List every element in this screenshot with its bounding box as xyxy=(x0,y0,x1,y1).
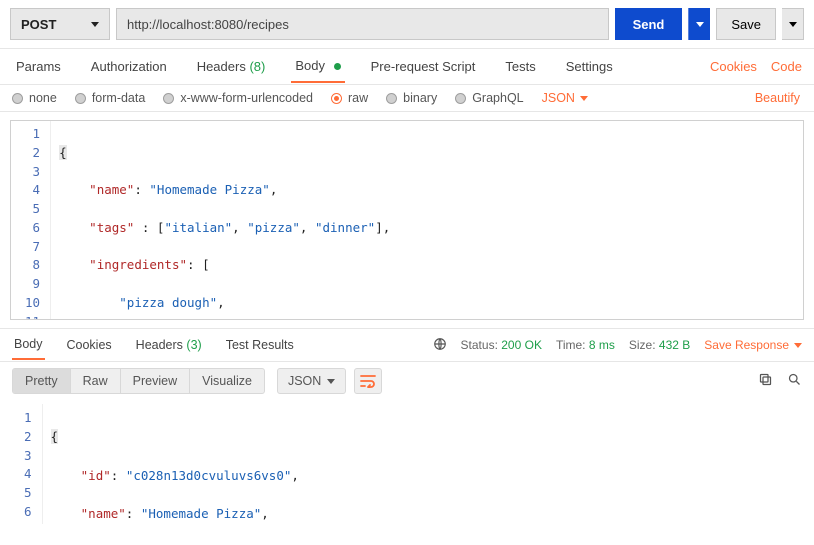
radio-xwww-label: x-www-form-urlencoded xyxy=(180,91,313,105)
radio-raw[interactable]: raw xyxy=(331,91,368,105)
radio-icon xyxy=(386,93,397,104)
body-format-select[interactable]: JSON xyxy=(542,91,588,105)
code-link[interactable]: Code xyxy=(771,59,802,74)
globe-icon[interactable] xyxy=(433,337,447,354)
send-button[interactable]: Send xyxy=(615,8,683,40)
request-bar: POST Send Save xyxy=(0,0,814,49)
resp-headers-count: (3) xyxy=(186,338,201,352)
search-icon[interactable] xyxy=(787,372,802,390)
tabs-right-links: Cookies Code xyxy=(710,59,802,74)
line-gutter: 1234567 xyxy=(10,404,43,524)
radio-formdata-label: form-data xyxy=(92,91,146,105)
tab-prerequest[interactable]: Pre-request Script xyxy=(367,51,480,82)
copy-icon[interactable] xyxy=(758,372,773,390)
code-key: "name" xyxy=(89,182,134,197)
code-key: "ingredients" xyxy=(89,257,187,272)
request-tabs: Params Authorization Headers (8) Body Pr… xyxy=(0,49,814,85)
chevron-down-icon xyxy=(580,96,588,101)
radio-icon xyxy=(163,93,174,104)
code-line: { xyxy=(51,429,59,444)
radio-icon xyxy=(12,93,23,104)
request-body-editor[interactable]: 123456789101112 { "name": "Homemade Pizz… xyxy=(10,120,804,320)
code-body[interactable]: { "name": "Homemade Pizza", "tags" : ["i… xyxy=(51,121,803,319)
tab-authorization[interactable]: Authorization xyxy=(87,51,171,82)
radio-icon xyxy=(75,93,86,104)
save-response-button[interactable]: Save Response xyxy=(704,338,802,352)
save-dropdown[interactable] xyxy=(782,8,804,40)
code-str: "c028n13d0cvuluvs6vs0" xyxy=(126,468,292,483)
method-select[interactable]: POST xyxy=(10,8,110,40)
body-type-row: none form-data x-www-form-urlencoded raw… xyxy=(0,85,814,112)
time-value: 8 ms xyxy=(589,338,615,352)
radio-raw-label: raw xyxy=(348,91,368,105)
response-body-viewer[interactable]: 1234567 { "id": "c028n13d0cvuluvs6vs0", … xyxy=(10,404,804,524)
code-line: { xyxy=(59,145,67,160)
body-format-label: JSON xyxy=(542,91,575,105)
resp-tab-headers[interactable]: Headers (3) xyxy=(134,331,204,359)
radio-icon xyxy=(331,93,342,104)
radio-form-data[interactable]: form-data xyxy=(75,91,146,105)
radio-graphql-label: GraphQL xyxy=(472,91,523,105)
code-body: { "id": "c028n13d0cvuluvs6vs0", "name": … xyxy=(43,404,804,524)
resp-tab-cookies[interactable]: Cookies xyxy=(65,331,114,359)
time-label: Time: xyxy=(556,338,586,352)
response-format-select[interactable]: JSON xyxy=(277,368,346,394)
size-label: Size: xyxy=(629,338,656,352)
response-format-right xyxy=(758,372,802,390)
cookies-link[interactable]: Cookies xyxy=(710,59,757,74)
view-visualize[interactable]: Visualize xyxy=(190,369,264,393)
view-preview[interactable]: Preview xyxy=(121,369,190,393)
response-format-label: JSON xyxy=(288,374,321,388)
resp-tab-testresults[interactable]: Test Results xyxy=(224,331,296,359)
method-value: POST xyxy=(21,17,56,32)
code-str: "pizza" xyxy=(247,220,300,235)
save-button[interactable]: Save xyxy=(716,8,776,40)
code-str: "pizza dough" xyxy=(119,295,217,310)
radio-icon xyxy=(455,93,466,104)
resp-headers-label: Headers xyxy=(136,338,183,352)
tab-body[interactable]: Body xyxy=(291,50,344,83)
url-input[interactable] xyxy=(116,8,609,40)
radio-binary[interactable]: binary xyxy=(386,91,437,105)
size-value: 432 B xyxy=(659,338,690,352)
beautify-link[interactable]: Beautify xyxy=(755,91,800,105)
radio-none-label: none xyxy=(29,91,57,105)
resp-tab-body[interactable]: Body xyxy=(12,330,45,360)
chevron-down-icon xyxy=(789,22,797,27)
send-dropdown[interactable] xyxy=(688,8,710,40)
status-value: 200 OK xyxy=(501,338,542,352)
code-str: "Homemade Pizza" xyxy=(149,182,269,197)
save-response-label: Save Response xyxy=(704,338,789,352)
radio-x-www[interactable]: x-www-form-urlencoded xyxy=(163,91,313,105)
code-str: "dinner" xyxy=(315,220,375,235)
radio-graphql[interactable]: GraphQL xyxy=(455,91,523,105)
code-str: "italian" xyxy=(164,220,232,235)
tab-settings[interactable]: Settings xyxy=(562,51,617,82)
view-pretty[interactable]: Pretty xyxy=(13,369,71,393)
response-tabs: Body Cookies Headers (3) Test Results St… xyxy=(0,328,814,362)
tab-headers[interactable]: Headers (8) xyxy=(193,51,270,82)
code-key: "id" xyxy=(81,468,111,483)
code-str: "Homemade Pizza" xyxy=(141,506,261,521)
line-gutter: 123456789101112 xyxy=(11,121,51,319)
tab-headers-label: Headers xyxy=(197,59,246,74)
response-meta: Status: 200 OK Time: 8 ms Size: 432 B Sa… xyxy=(433,337,802,354)
code-key: "name" xyxy=(81,506,126,521)
response-format-row: Pretty Raw Preview Visualize JSON xyxy=(0,362,814,400)
code-key: "tags" xyxy=(89,220,134,235)
chevron-down-icon xyxy=(696,22,704,27)
radio-binary-label: binary xyxy=(403,91,437,105)
radio-none[interactable]: none xyxy=(12,91,57,105)
chevron-down-icon xyxy=(327,379,335,384)
view-mode-group: Pretty Raw Preview Visualize xyxy=(12,368,265,394)
wrap-lines-button[interactable] xyxy=(354,368,382,394)
chevron-down-icon xyxy=(794,343,802,348)
headers-count-badge: (8) xyxy=(249,59,265,74)
tab-body-label: Body xyxy=(295,58,325,73)
tab-tests[interactable]: Tests xyxy=(501,51,539,82)
tab-params[interactable]: Params xyxy=(12,51,65,82)
chevron-down-icon xyxy=(91,22,99,27)
view-raw[interactable]: Raw xyxy=(71,369,121,393)
status-label: Status: xyxy=(461,338,498,352)
